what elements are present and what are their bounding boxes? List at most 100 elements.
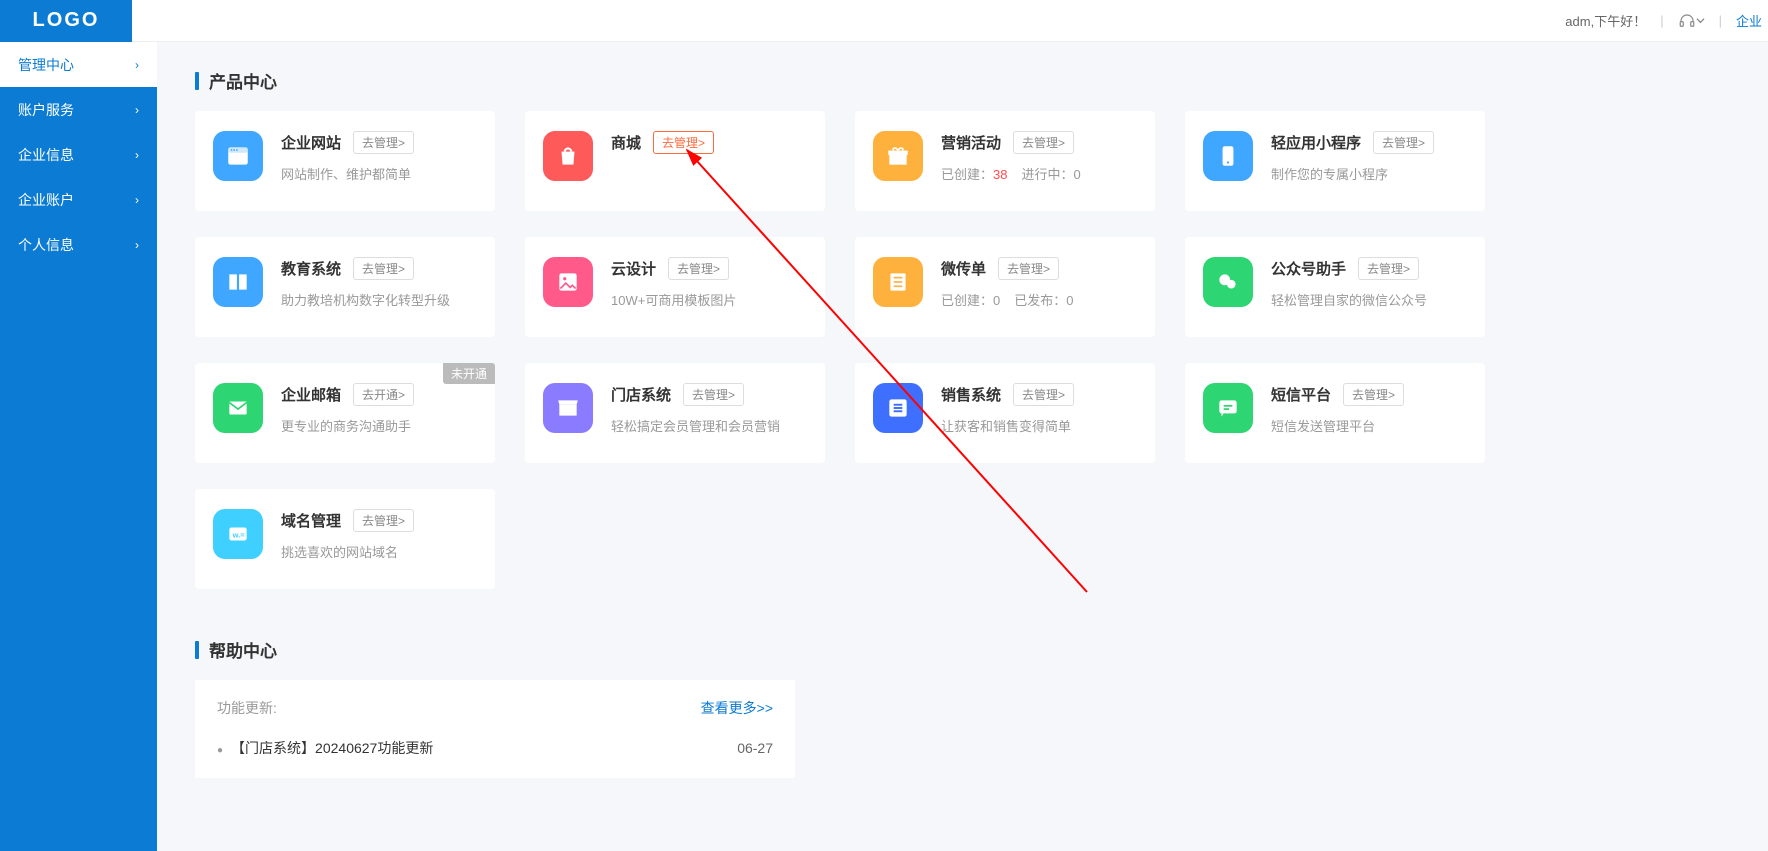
card-body: 企业网站去管理> 网站制作、维护都简单 <box>281 131 477 183</box>
card-body: 教育系统去管理>助力教培机构数字化转型升级 <box>281 257 477 309</box>
sidebar-item-enterprise-info[interactable]: 企业信息 › <box>0 132 157 177</box>
product-title: 域名管理 <box>281 510 341 531</box>
stat-item: 进行中：0 <box>1021 164 1080 183</box>
manage-button[interactable]: 去管理> <box>653 131 714 154</box>
product-desc: 轻松搞定会员管理和会员营销 <box>611 416 807 435</box>
help-center-title: 帮助中心 <box>195 637 1730 662</box>
sidebar-item-label: 企业账户 <box>18 190 74 210</box>
sidebar-item-label: 账户服务 <box>18 100 74 120</box>
header: LOGO adm,下午好！ | | 企业 <box>0 0 1768 42</box>
product-title: 商城 <box>611 132 641 153</box>
product-desc: 短信发送管理平台 <box>1271 416 1467 435</box>
header-right: adm,下午好！ | | 企业 <box>1565 11 1768 30</box>
manage-button[interactable]: 去管理> <box>998 257 1059 280</box>
product-card: 企业网站去管理> 网站制作、维护都简单 <box>195 111 495 211</box>
product-center-title: 产品中心 <box>195 68 1730 93</box>
enterprise-link[interactable]: 企业 <box>1736 11 1762 30</box>
product-desc: 10W+可商用模板图片 <box>611 290 807 309</box>
status-badge: 未开通 <box>443 363 495 384</box>
product-card: 企业邮箱去开通> 更专业的商务沟通助手 未开通 <box>195 363 495 463</box>
logo: LOGO <box>0 0 132 42</box>
stat-item: 已创建：0 <box>941 290 1000 309</box>
help-item-title: 【门店系统】20240627功能更新 <box>231 740 433 756</box>
manage-button[interactable]: 去管理> <box>668 257 729 280</box>
product-title: 教育系统 <box>281 258 341 279</box>
product-card: 商城去管理> <box>525 111 825 211</box>
open-button[interactable]: 去开通> <box>353 383 414 406</box>
product-title: 销售系统 <box>941 384 1001 405</box>
manage-button[interactable]: 去管理> <box>1358 257 1419 280</box>
gift-icon <box>873 131 923 181</box>
product-desc: 网站制作、维护都简单 <box>281 164 477 183</box>
product-desc: 轻松管理自家的微信公众号 <box>1271 290 1467 309</box>
product-title: 企业邮箱 <box>281 384 341 405</box>
product-title: 门店系统 <box>611 384 671 405</box>
product-card: 轻应用小程序去管理> 制作您的专属小程序 <box>1185 111 1485 211</box>
help-item-date: 06-27 <box>737 740 773 756</box>
sidebar-item-label: 企业信息 <box>18 145 74 165</box>
sidebar-item-label: 个人信息 <box>18 235 74 255</box>
image-icon <box>543 257 593 307</box>
product-title: 短信平台 <box>1271 384 1331 405</box>
product-card: 微传单去管理>已创建：0已发布：0 <box>855 237 1155 337</box>
stat-item: 已创建：38 <box>941 164 1007 183</box>
card-body: 营销活动去管理> 已创建：38 进行中：0 <box>941 131 1137 183</box>
help-more-link[interactable]: 查看更多>> <box>701 698 773 718</box>
card-body: 轻应用小程序去管理> 制作您的专属小程序 <box>1271 131 1467 183</box>
help-item[interactable]: ● 【门店系统】20240627功能更新 06-27 <box>217 736 773 760</box>
separator: | <box>1660 13 1663 28</box>
stat-item: 已发布：0 <box>1014 290 1073 309</box>
bag-icon <box>543 131 593 181</box>
product-desc: 更专业的商务沟通助手 <box>281 416 477 435</box>
product-title: 轻应用小程序 <box>1271 132 1361 153</box>
product-card: 门店系统去管理> 轻松搞定会员管理和会员营销 <box>525 363 825 463</box>
sidebar-item-personal-info[interactable]: 个人信息 › <box>0 222 157 267</box>
product-card: 公众号助手去管理>轻松管理自家的微信公众号 <box>1185 237 1485 337</box>
product-stats: 已创建：38 进行中：0 <box>941 164 1137 183</box>
chevron-right-icon: › <box>135 193 139 207</box>
separator: | <box>1719 13 1722 28</box>
card-body: 微传单去管理>已创建：0已发布：0 <box>941 257 1137 309</box>
card-body: 域名管理去管理> 挑选喜欢的网站域名 <box>281 509 477 561</box>
greeting-text: adm,下午好！ <box>1565 11 1646 30</box>
product-desc: 制作您的专属小程序 <box>1271 164 1467 183</box>
card-body: 销售系统去管理>让获客和销售变得简单 <box>941 383 1137 435</box>
manage-button[interactable]: 去管理> <box>353 131 414 154</box>
product-card: 短信平台去管理> 短信发送管理平台 <box>1185 363 1485 463</box>
manage-button[interactable]: 去管理> <box>683 383 744 406</box>
bullet-icon: ● <box>217 745 223 756</box>
card-body: 企业邮箱去开通> 更专业的商务沟通助手 <box>281 383 477 435</box>
domain-icon: w.= <box>213 509 263 559</box>
card-body: 短信平台去管理> 短信发送管理平台 <box>1271 383 1467 435</box>
product-desc: 挑选喜欢的网站域名 <box>281 542 477 561</box>
manage-button[interactable]: 去管理> <box>353 509 414 532</box>
sidebar-item-account-service[interactable]: 账户服务 › <box>0 87 157 132</box>
manage-button[interactable]: 去管理> <box>1373 131 1434 154</box>
product-grid: 企业网站去管理>网站制作、维护都简单商城去管理>营销活动去管理>已创建：38进行… <box>195 111 1730 589</box>
manage-button[interactable]: 去管理> <box>353 257 414 280</box>
chevron-right-icon: › <box>135 238 139 252</box>
chevron-right-icon: › <box>135 58 139 72</box>
card-body: 公众号助手去管理>轻松管理自家的微信公众号 <box>1271 257 1467 309</box>
product-title: 营销活动 <box>941 132 1001 153</box>
sheet-icon <box>873 257 923 307</box>
list-icon <box>873 383 923 433</box>
window-icon <box>213 131 263 181</box>
svg-text:w.=: w.= <box>232 530 246 539</box>
help-center: 帮助中心 功能更新: 查看更多>> ● 【门店系统】20240627功能更新 06… <box>195 637 1730 778</box>
mail-icon <box>213 383 263 433</box>
help-panel-title: 功能更新: <box>217 698 277 718</box>
manage-button[interactable]: 去管理> <box>1343 383 1404 406</box>
wechat-icon <box>1203 257 1253 307</box>
sidebar-item-enterprise-account[interactable]: 企业账户 › <box>0 177 157 222</box>
manage-button[interactable]: 去管理> <box>1013 383 1074 406</box>
product-card: 教育系统去管理>助力教培机构数字化转型升级 <box>195 237 495 337</box>
card-body: 云设计去管理>10W+可商用模板图片 <box>611 257 807 309</box>
store-icon <box>543 383 593 433</box>
headset-icon[interactable] <box>1678 12 1705 30</box>
help-card: 功能更新: 查看更多>> ● 【门店系统】20240627功能更新 06-27 <box>195 680 795 778</box>
sidebar-item-management[interactable]: 管理中心 › <box>0 42 157 87</box>
product-title: 企业网站 <box>281 132 341 153</box>
sidebar: 管理中心 › 账户服务 › 企业信息 › 企业账户 › 个人信息 › <box>0 42 157 851</box>
manage-button[interactable]: 去管理> <box>1013 131 1074 154</box>
